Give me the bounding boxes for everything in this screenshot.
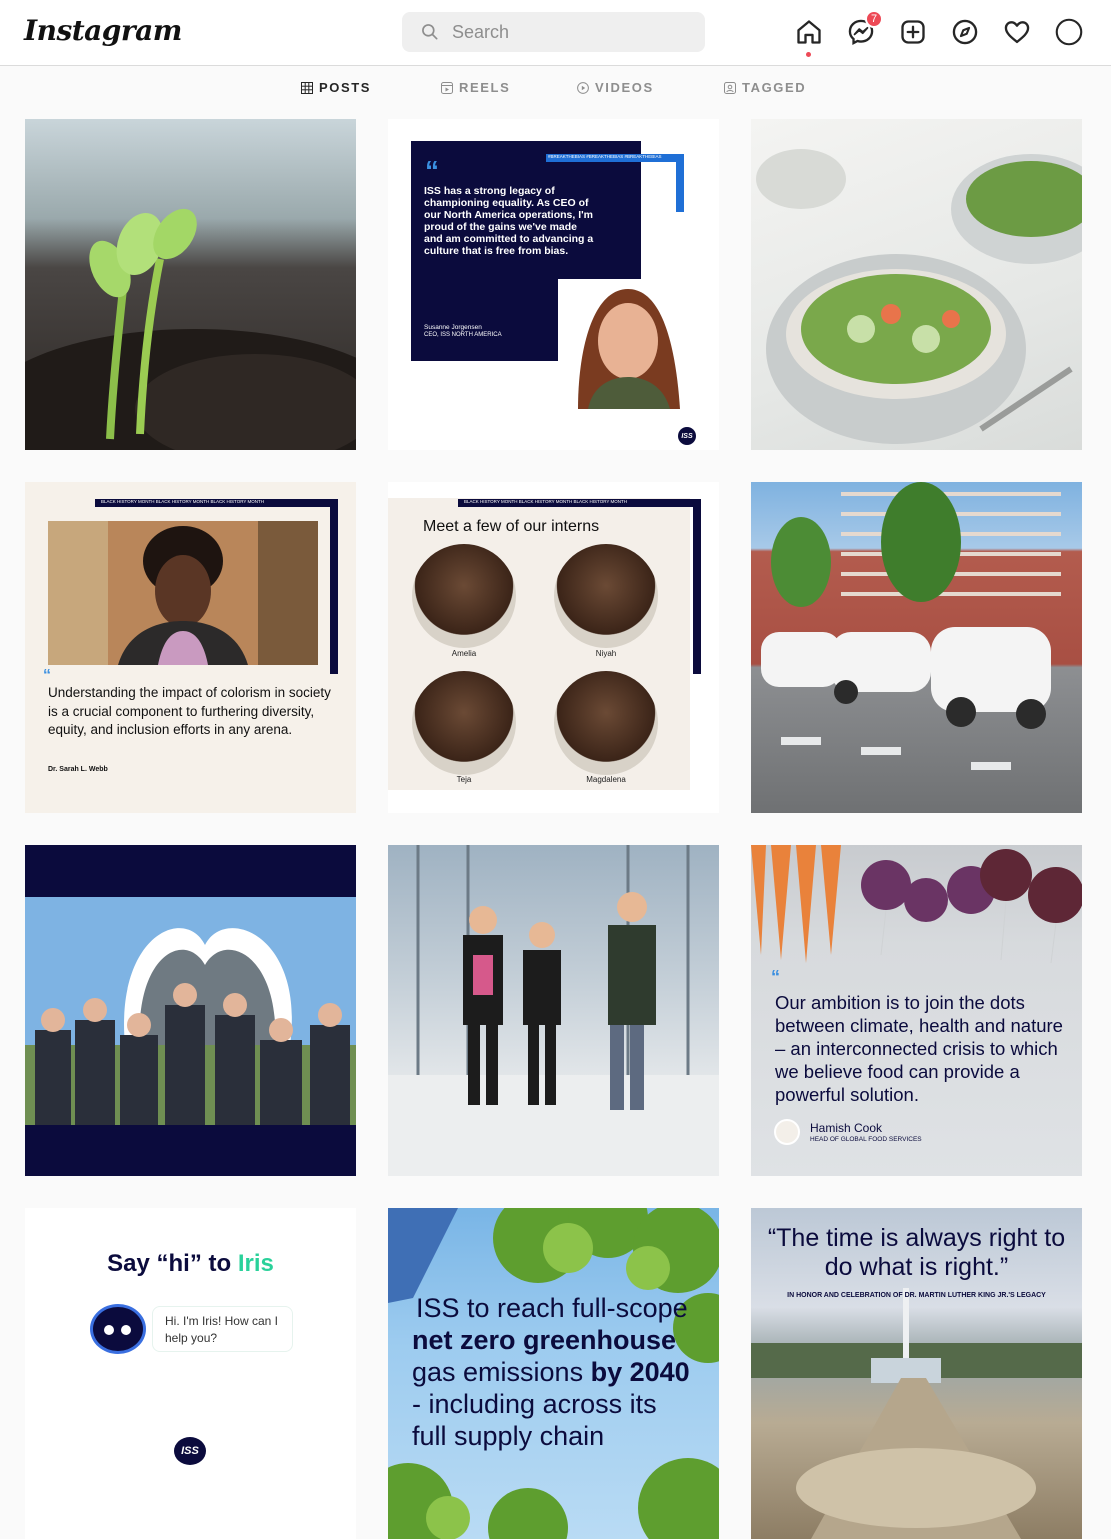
post-electric-cars-photo[interactable]: [751, 482, 1082, 813]
post-office-walk-photo[interactable]: [388, 845, 719, 1176]
interns-title: Meet a few of our interns: [423, 518, 600, 535]
netzero-line-2: net zero greenhouse: [412, 1325, 677, 1355]
search-icon: [422, 24, 438, 40]
tab-reels-label: REELS: [459, 80, 511, 95]
iss-logo: ISS: [678, 427, 696, 445]
plus-square-icon: [901, 20, 925, 44]
iris-title-name: Iris: [237, 1250, 274, 1277]
tab-tagged[interactable]: TAGGED: [724, 80, 806, 95]
post-net-zero[interactable]: ISS to reach full-scope net zero greenho…: [388, 1208, 719, 1539]
post-food-quote[interactable]: “ Our ambition is to join the dots betwe…: [751, 845, 1082, 1176]
speaker-photo-art: [48, 521, 318, 665]
team-photo: [25, 897, 356, 1125]
search-box[interactable]: [402, 12, 705, 52]
post-sprout-photo[interactable]: [25, 119, 356, 450]
compass-icon: [952, 19, 978, 45]
post-iris-chatbot[interactable]: Say “hi” to Iris Hi. I'm Iris! How can I…: [25, 1208, 356, 1539]
sprout-illustration: [25, 208, 356, 450]
iris-avatar: [90, 1304, 146, 1354]
post-black-history-quote[interactable]: BLACK HISTORY MONTH BLACK HISTORY MONTH …: [25, 482, 356, 813]
profile-avatar-icon: [1055, 18, 1083, 46]
vegetables-illustration: [751, 845, 1082, 964]
play-circle-icon: [577, 81, 589, 94]
iris-chat-bubble: Hi. I'm Iris! How can I help you?: [152, 1306, 293, 1352]
tab-videos-label: VIDEOS: [595, 80, 654, 95]
mlk-quote: “The time is always right to do what is …: [767, 1224, 1066, 1281]
quote-author-title: CEO, ISS NORTH AMERICA: [424, 332, 502, 338]
intern-name-4: Magdalena: [586, 775, 626, 784]
netzero-line-3: gas emissions by 2040: [412, 1356, 690, 1388]
portrait-photo-frame: [558, 279, 698, 409]
mlk-subtitle: IN HONOR AND CELEBRATION OF DR. MARTIN L…: [787, 1292, 1046, 1299]
post-salad-photo[interactable]: [751, 119, 1082, 450]
post-breakthebias-quote[interactable]: “ ISS has a strong legacy of championing…: [388, 119, 719, 450]
quote-author: Susanne Jorgensen: [424, 324, 482, 331]
explore-button[interactable]: [949, 16, 981, 48]
instagram-logo[interactable]: Instagram: [24, 14, 182, 47]
quote-mark: “: [771, 967, 780, 987]
salad-illustration: [756, 149, 1082, 444]
intern-photo-4: [554, 671, 658, 775]
heart-icon: [1004, 21, 1030, 44]
create-post-button[interactable]: [897, 16, 929, 48]
cars-illustration: [761, 482, 1061, 770]
netzero-line-3a: gas emissions: [412, 1357, 591, 1387]
tab-videos[interactable]: VIDEOS: [577, 80, 654, 95]
grid-icon: [301, 81, 313, 94]
intern-photo-3: [412, 671, 516, 775]
bhm-strip: BLACK HISTORY MONTH BLACK HISTORY MONTH …: [458, 499, 701, 507]
hashtag-strip: #BREAKTHEBIAS #BREAKTHEBIAS #BREAKTHEBIA…: [546, 154, 684, 162]
quote-author: Dr. Sarah L. Webb: [48, 766, 108, 773]
bhm-strip: BLACK HISTORY MONTH BLACK HISTORY MONTH …: [95, 499, 338, 507]
portrait-photo: [578, 289, 680, 409]
quote-mark: “: [425, 155, 439, 186]
search-input[interactable]: [452, 21, 692, 43]
office-walk-illustration: [388, 845, 719, 1176]
intern-name-2: Niyah: [595, 649, 617, 658]
post-interns[interactable]: BLACK HISTORY MONTH BLACK HISTORY MONTH …: [388, 482, 719, 813]
intern-photo-1: [412, 544, 516, 648]
quote-text: Understanding the impact of colorism in …: [48, 685, 331, 737]
profile-button[interactable]: [1053, 16, 1085, 48]
quote-author-title: HEAD OF GLOBAL FOOD SERVICES: [810, 1136, 922, 1143]
home-active-dot: [806, 52, 811, 57]
intern-name-3: Teja: [456, 775, 472, 784]
bhm-strip-vertical: [330, 499, 338, 674]
netzero-line-5: full supply chain: [412, 1421, 605, 1451]
post-team-photo[interactable]: [25, 845, 356, 1176]
netzero-line-4: - including across its: [412, 1389, 657, 1419]
messenger-button[interactable]: 7: [845, 10, 883, 48]
tagged-icon: [724, 81, 736, 94]
quote-mark: “: [43, 667, 51, 684]
speaker-photo: [48, 521, 318, 665]
post-mlk-quote[interactable]: “The time is always right to do what is …: [751, 1208, 1082, 1539]
reels-icon: [441, 81, 453, 94]
netzero-line-3b: by 2040: [590, 1357, 690, 1387]
netzero-line-1: ISS to reach full-scope: [416, 1293, 688, 1323]
messenger-badge: 7: [865, 10, 883, 28]
author-avatar: [774, 1119, 800, 1145]
tab-reels[interactable]: REELS: [441, 80, 510, 95]
quote-text: Our ambition is to join the dots between…: [775, 992, 1063, 1105]
activity-button[interactable]: [1001, 16, 1033, 48]
tab-tagged-label: TAGGED: [742, 80, 807, 95]
quote-text: ISS has a strong legacy of championing e…: [424, 185, 594, 257]
iris-title-prefix: Say “hi” to: [107, 1250, 238, 1277]
intern-photo-2: [554, 544, 658, 648]
tab-posts[interactable]: POSTS: [301, 80, 371, 95]
iris-title: Say “hi” to Iris: [25, 1250, 356, 1278]
home-button[interactable]: [793, 16, 825, 48]
quote-author: Hamish Cook: [810, 1121, 883, 1135]
top-navigation-bar: Instagram 7: [0, 0, 1111, 66]
hashtag-strip-vertical: [676, 154, 684, 212]
tab-posts-label: POSTS: [319, 80, 372, 95]
iss-logo: ISS: [174, 1437, 206, 1465]
home-icon: [797, 20, 821, 44]
bhm-strip-vertical: [693, 499, 701, 674]
intern-name-1: Amelia: [451, 649, 477, 658]
